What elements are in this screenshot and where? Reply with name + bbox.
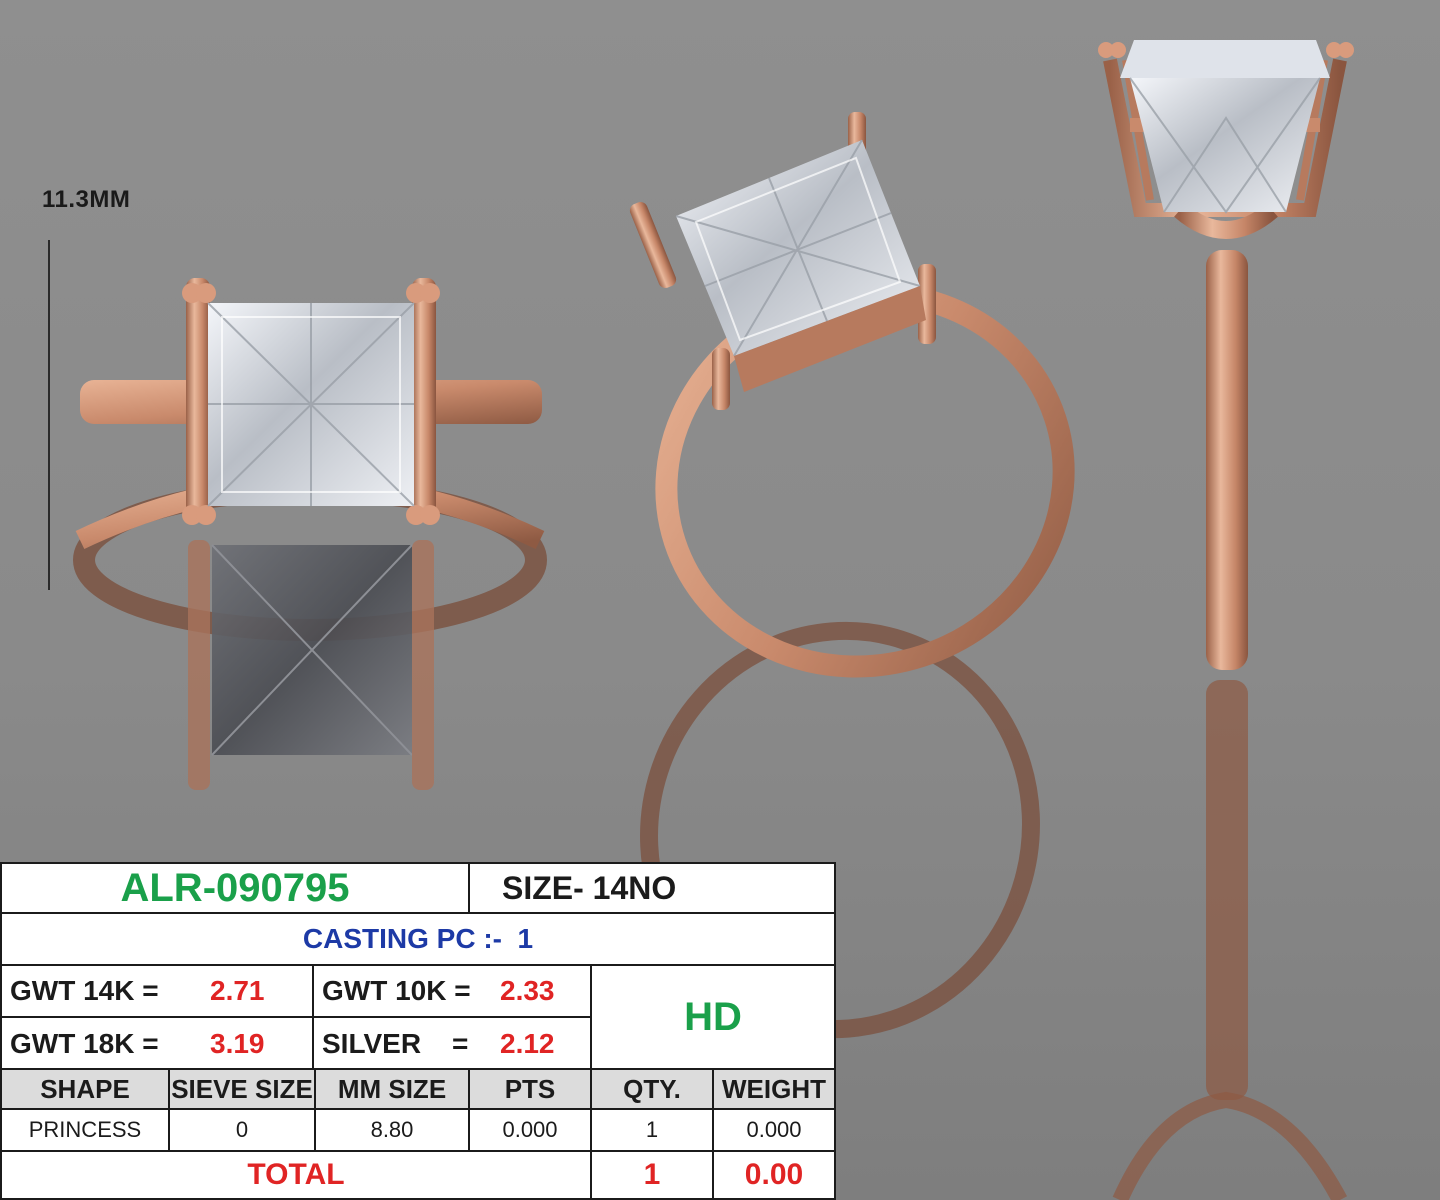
weights-row-2: GWT 18K = 3.19 SILVER = 2.12 <box>2 1018 592 1070</box>
gwt14-value: 2.71 <box>210 975 265 1006</box>
stone-pts: 0.000 <box>502 1117 558 1142</box>
silver-value: 2.12 <box>500 1028 555 1059</box>
silver-equals: = <box>452 1028 469 1059</box>
gwt10-label: GWT 10K = <box>322 975 471 1006</box>
total-label: TOTAL <box>247 1158 345 1191</box>
col-pts: PTS <box>470 1070 590 1108</box>
stone-row: PRINCESS 0 8.80 0.000 1 0.000 <box>2 1110 834 1152</box>
total-row: TOTAL 1 0.00 <box>2 1152 834 1198</box>
casting-row: CASTING PC :- 1 <box>2 914 834 966</box>
gwt14-label: GWT 14K = <box>10 975 159 1006</box>
total-qty: 1 <box>643 1158 661 1191</box>
ring-size: SIZE- 14NO <box>502 869 677 906</box>
gwt18-value: 3.19 <box>210 1028 265 1059</box>
stone-weight: 0.000 <box>746 1117 802 1142</box>
col-shape: SHAPE <box>2 1070 168 1108</box>
ring-front-view <box>73 278 547 790</box>
col-mm-size: MM SIZE <box>316 1070 468 1108</box>
gwt10-value: 2.33 <box>500 975 555 1006</box>
stone-shape: PRINCESS <box>28 1117 142 1142</box>
col-weight: WEIGHT <box>714 1070 834 1108</box>
stone-mm-size: 8.80 <box>370 1117 414 1142</box>
stone-sieve-size: 0 <box>235 1117 249 1142</box>
product-code: ALR-090795 <box>120 865 350 910</box>
weights-row-1: GWT 14K = 2.71 GWT 10K = 2.33 <box>2 966 592 1018</box>
stone-table-header: SHAPE SIEVE SIZE MM SIZE PTS QTY. WEIGHT <box>2 1070 834 1110</box>
casting-pc: CASTING PC :- 1 <box>2 914 834 964</box>
dimension-label: 11.3MM <box>42 186 131 213</box>
col-sieve-size: SIEVE SIZE <box>170 1070 314 1108</box>
ring-side-view <box>1098 40 1354 1200</box>
casting-label: CASTING PC :- <box>302 923 502 954</box>
col-qty: QTY. <box>592 1070 712 1108</box>
quality-badge: HD <box>684 994 742 1039</box>
casting-value: 1 <box>517 923 534 954</box>
dimension-line <box>48 240 50 590</box>
gwt18-label: GWT 18K = <box>10 1028 159 1059</box>
spec-header-row: ALR-090795 SIZE- 14NO <box>2 864 834 914</box>
spec-table: ALR-090795 SIZE- 14NO CASTING PC :- 1 GW… <box>0 862 836 1200</box>
weights-block: GWT 14K = 2.71 GWT 10K = 2.33 GWT 18K = … <box>2 966 834 1070</box>
stone-qty: 1 <box>645 1117 659 1142</box>
silver-label: SILVER <box>322 1028 422 1059</box>
total-weight: 0.00 <box>744 1158 804 1191</box>
